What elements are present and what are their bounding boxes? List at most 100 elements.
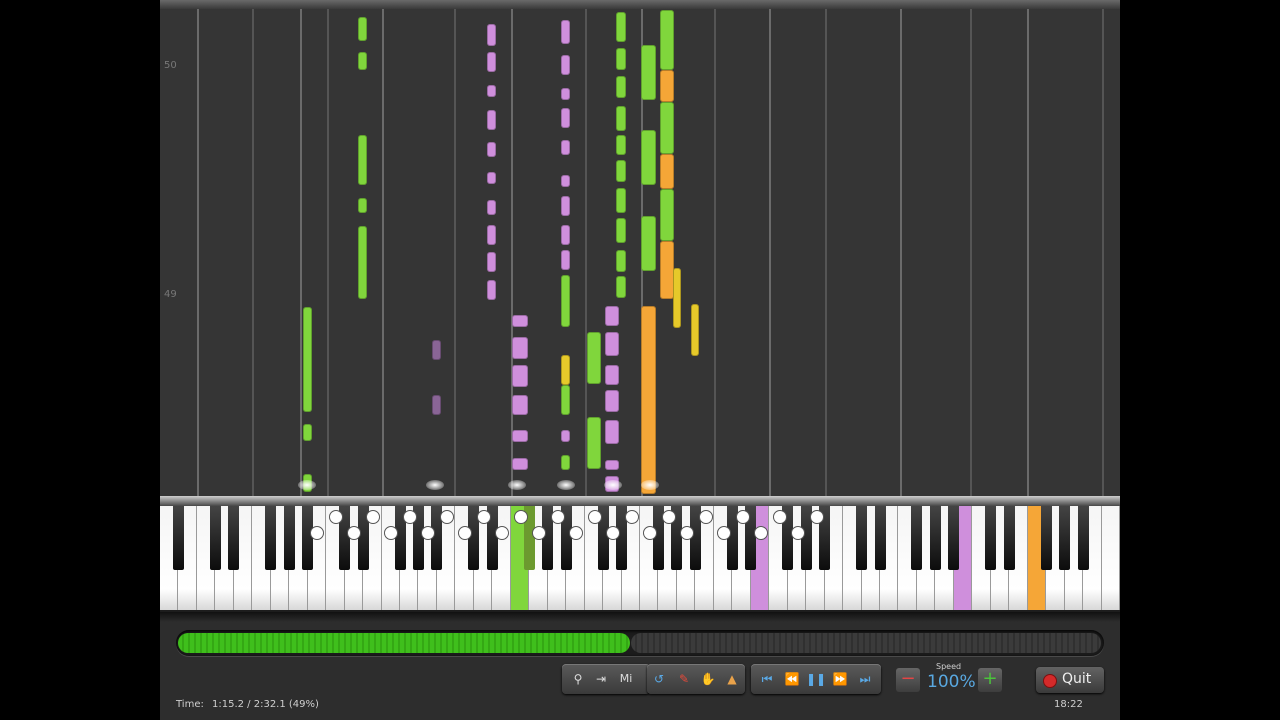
pencil-icon[interactable]: ✎ xyxy=(674,669,694,689)
measure-number-bottom: 49 xyxy=(164,289,177,300)
note-block xyxy=(616,250,626,272)
note-block xyxy=(605,460,619,470)
key-hint-icon xyxy=(587,510,602,524)
undo-icon[interactable]: ↺ xyxy=(649,669,669,689)
rewind-icon[interactable]: ⏪ xyxy=(782,669,802,689)
piano-black-key[interactable] xyxy=(265,506,277,570)
lane-line xyxy=(825,9,827,496)
note-block xyxy=(487,252,496,272)
fast-forward-icon[interactable]: ⏩ xyxy=(830,669,850,689)
synthesia-app: 50 49 ⚲ ⇥ Mi ↺ ✎ ✋ ▲ ⏮ ⏪ ❚❚ ⏩ ⏭ − Speed … xyxy=(160,0,1120,720)
piano-black-key[interactable] xyxy=(228,506,240,570)
note-block xyxy=(616,135,626,155)
key-hint-icon xyxy=(328,510,343,524)
piano-black-key[interactable] xyxy=(874,506,886,570)
piano-white-key[interactable] xyxy=(1101,506,1120,610)
key-hint-icon xyxy=(772,510,787,524)
speed-label: Speed xyxy=(936,662,962,671)
speed-increase-button[interactable]: + xyxy=(978,668,1002,692)
lane-line xyxy=(511,9,513,496)
measure-number-top: 50 xyxy=(164,60,177,71)
piano-black-key[interactable] xyxy=(1077,506,1089,570)
piano-black-key[interactable] xyxy=(985,506,997,570)
key-hint-icon xyxy=(310,526,324,540)
key-hint-icon xyxy=(495,526,509,540)
note-block xyxy=(487,110,496,130)
piano-black-key[interactable] xyxy=(209,506,221,570)
tools-toolbar: ⚲ ⇥ Mi xyxy=(562,664,650,694)
key-hint-icon xyxy=(791,526,805,540)
note-block xyxy=(487,24,496,46)
note-block xyxy=(660,154,674,189)
piano-black-key[interactable] xyxy=(1003,506,1015,570)
note-block xyxy=(587,332,601,384)
output-icon[interactable]: ⇥ xyxy=(591,669,611,689)
piano-keyboard[interactable] xyxy=(160,506,1120,614)
note-block xyxy=(432,340,441,360)
lane-line xyxy=(327,9,329,496)
note-block xyxy=(561,108,570,128)
note-block xyxy=(605,332,619,356)
quit-button[interactable]: Quit xyxy=(1036,667,1104,693)
piano-black-key[interactable] xyxy=(929,506,941,570)
key-hint-icon xyxy=(717,526,731,540)
note-block xyxy=(641,216,656,271)
lane-line xyxy=(300,9,302,496)
note-block xyxy=(487,142,496,157)
note-hit-spark xyxy=(557,480,575,490)
note-block xyxy=(358,135,367,185)
note-block xyxy=(616,276,626,298)
key-hint-icon xyxy=(809,510,824,524)
metronome-icon[interactable]: ▲ xyxy=(722,669,742,689)
song-progress-bar[interactable] xyxy=(176,630,1104,656)
piano-black-key[interactable] xyxy=(1059,506,1071,570)
skip-forward-icon[interactable]: ⏭ xyxy=(855,669,875,689)
note-block xyxy=(641,130,656,185)
piano-black-key[interactable] xyxy=(948,506,960,570)
pause-icon[interactable]: ❚❚ xyxy=(806,669,826,689)
key-hint-icon xyxy=(365,510,380,524)
lane-line xyxy=(1027,9,1029,496)
transport-toolbar: ⏮ ⏪ ❚❚ ⏩ ⏭ xyxy=(751,664,881,694)
note-block xyxy=(605,365,619,385)
lane-line xyxy=(454,9,456,496)
note-block xyxy=(561,88,570,100)
roll-top-edge xyxy=(160,0,1120,9)
speed-value: 100% xyxy=(927,672,976,692)
skip-back-icon[interactable]: ⏮ xyxy=(757,669,777,689)
progress-fill xyxy=(178,633,630,653)
note-block xyxy=(616,160,626,182)
keyboard-shadow xyxy=(160,612,1120,622)
piano-black-key[interactable] xyxy=(856,506,868,570)
magnifier-icon[interactable]: ⚲ xyxy=(568,669,588,689)
key-hint-icon xyxy=(698,510,713,524)
key-hint-icon xyxy=(643,526,657,540)
key-hint-icon xyxy=(532,526,546,540)
note-block xyxy=(616,76,626,98)
piano-black-key[interactable] xyxy=(1040,506,1052,570)
note-block xyxy=(561,225,570,245)
note-block xyxy=(660,189,674,241)
hand-icon[interactable]: ✋ xyxy=(698,669,718,689)
note-block xyxy=(660,102,674,154)
note-block xyxy=(605,390,619,412)
mic-button[interactable]: Mi xyxy=(616,669,636,689)
key-hint-icon xyxy=(439,510,454,524)
piano-black-key[interactable] xyxy=(172,506,184,570)
key-hint-icon xyxy=(680,526,694,540)
note-block xyxy=(487,200,496,215)
key-hint-icon xyxy=(347,526,361,540)
note-block xyxy=(691,304,699,356)
note-block xyxy=(561,455,570,470)
note-block xyxy=(616,188,626,213)
note-block xyxy=(660,241,674,299)
piano-black-key[interactable] xyxy=(911,506,923,570)
lane-line xyxy=(714,9,716,496)
note-block xyxy=(673,268,681,328)
piano-black-key[interactable] xyxy=(283,506,295,570)
note-block xyxy=(660,10,674,70)
lane-line xyxy=(769,9,771,496)
speed-decrease-button[interactable]: − xyxy=(896,668,920,692)
note-block xyxy=(561,196,570,216)
key-hint-icon xyxy=(384,526,398,540)
